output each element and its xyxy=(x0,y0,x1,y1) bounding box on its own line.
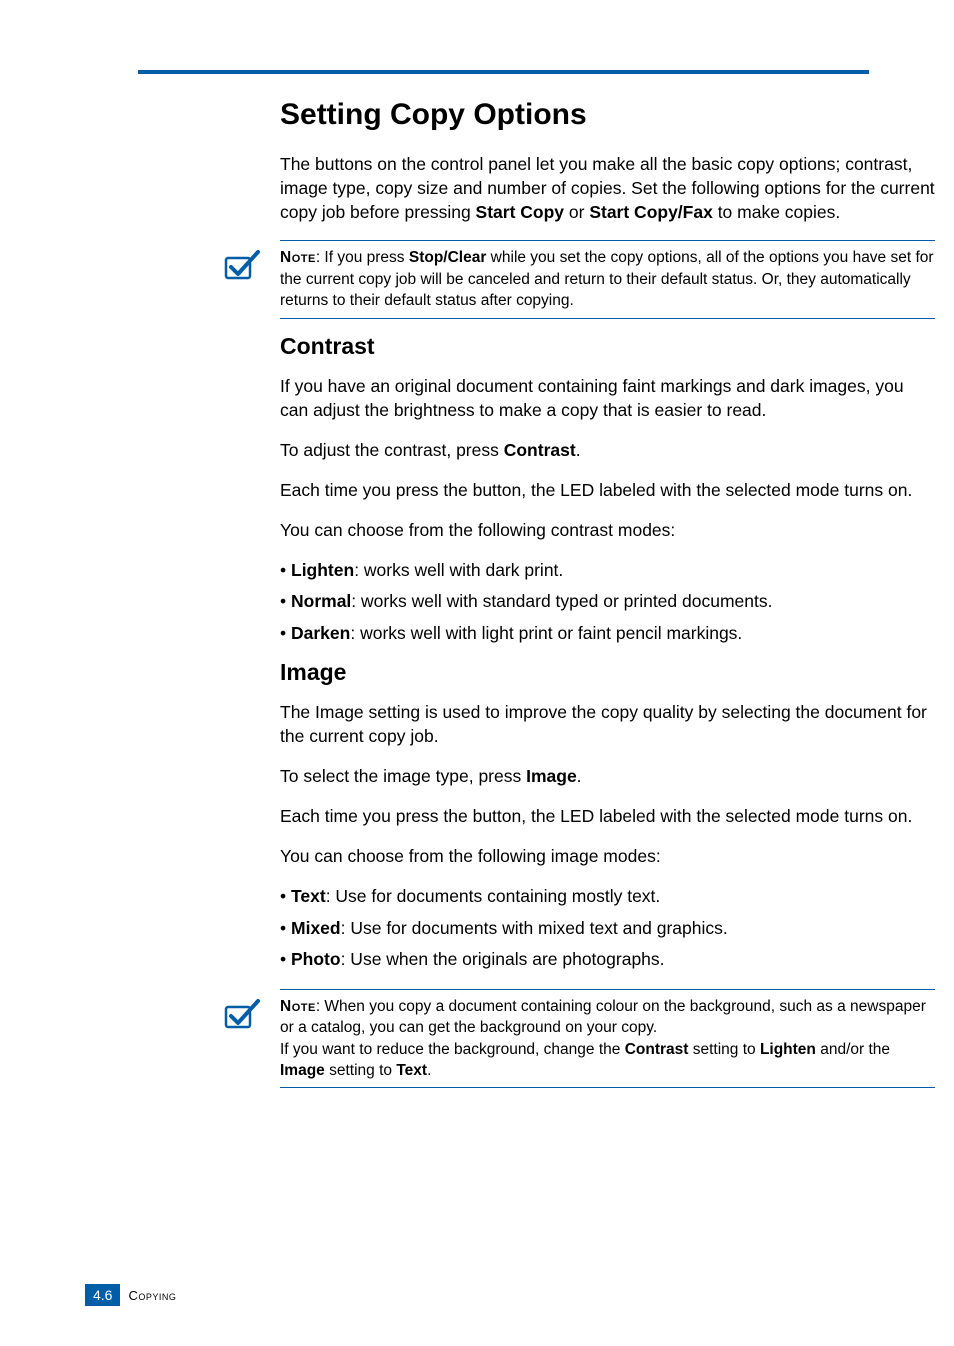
bullet-text: : Use for documents containing mostly te… xyxy=(326,886,661,906)
image-bullets: Text: Use for documents containing mostl… xyxy=(280,884,935,970)
bullet-text: : Use when the originals are photographs… xyxy=(341,949,665,969)
intro-bold-1: Start Copy xyxy=(476,202,564,222)
contrast-p1: If you have an original document contain… xyxy=(280,374,935,422)
list-item: Darken: works well with light print or f… xyxy=(280,621,935,645)
list-item: Mixed: Use for documents with mixed text… xyxy=(280,916,935,940)
image-p1: The Image setting is used to improve the… xyxy=(280,700,935,748)
page-footer: 4.6 Copying xyxy=(85,1284,176,1306)
intro-end: to make copies. xyxy=(713,202,840,222)
top-rule xyxy=(138,70,869,74)
image-p2c: . xyxy=(577,766,582,786)
contrast-p2: To adjust the contrast, press Contrast. xyxy=(280,438,935,462)
page-number-badge: 4.6 xyxy=(85,1284,120,1306)
note-block-2: Note: When you copy a document containin… xyxy=(280,989,935,1089)
note-block-1: Note: If you press Stop/Clear while you … xyxy=(280,240,935,318)
contrast-heading: Contrast xyxy=(280,333,935,360)
bullet-text: : works well with standard typed or prin… xyxy=(351,591,772,611)
list-item: Photo: Use when the originals are photog… xyxy=(280,947,935,971)
bullet-bold: Mixed xyxy=(291,918,341,938)
image-p2a: To select the image type, press xyxy=(280,766,526,786)
page-title: Setting Copy Options xyxy=(280,98,935,132)
contrast-p3: Each time you press the button, the LED … xyxy=(280,478,935,502)
intro-paragraph: The buttons on the control panel let you… xyxy=(280,152,935,224)
list-item: Lighten: works well with dark print. xyxy=(280,558,935,582)
image-p4: You can choose from the following image … xyxy=(280,844,935,868)
note2-b6: Image xyxy=(280,1062,325,1079)
contrast-p4: You can choose from the following contra… xyxy=(280,518,935,542)
checkmark-icon xyxy=(222,244,262,284)
note2-b5: and/or the xyxy=(816,1041,890,1058)
intro-bold-2: Start Copy/Fax xyxy=(589,202,713,222)
note2-b1: If you want to reduce the background, ch… xyxy=(280,1041,625,1058)
bullet-bold: Text xyxy=(291,886,326,906)
contrast-p2a: To adjust the contrast, press xyxy=(280,440,504,460)
image-p3: Each time you press the button, the LED … xyxy=(280,804,935,828)
list-item: Text: Use for documents containing mostl… xyxy=(280,884,935,908)
note1-b: Stop/Clear xyxy=(409,249,487,266)
bullet-text: : Use for documents with mixed text and … xyxy=(341,918,728,938)
image-heading: Image xyxy=(280,659,935,686)
page-number: 4.6 xyxy=(93,1287,112,1303)
bullet-bold: Photo xyxy=(291,949,341,969)
intro-mid: or xyxy=(564,202,589,222)
note2-b3: setting to xyxy=(688,1041,760,1058)
image-p2b: Image xyxy=(526,766,577,786)
checkmark-icon xyxy=(222,993,262,1033)
bullet-bold: Lighten xyxy=(291,560,354,580)
note2-a: : When you copy a document containing co… xyxy=(280,998,926,1036)
note2-b4: Lighten xyxy=(760,1041,816,1058)
note2-b7: setting to xyxy=(325,1062,397,1079)
image-p2: To select the image type, press Image. xyxy=(280,764,935,788)
note-label: Note xyxy=(280,998,316,1015)
bullet-bold: Darken xyxy=(291,623,350,643)
bullet-bold: Normal xyxy=(291,591,351,611)
list-item: Normal: works well with standard typed o… xyxy=(280,589,935,613)
bullet-text: : works well with light print or faint p… xyxy=(350,623,742,643)
bullet-text: : works well with dark print. xyxy=(354,560,563,580)
note2-b9: . xyxy=(427,1062,431,1079)
contrast-bullets: Lighten: works well with dark print. Nor… xyxy=(280,558,935,644)
note2-b8: Text xyxy=(396,1062,427,1079)
note1-a: : If you press xyxy=(316,249,409,266)
note2-b2: Contrast xyxy=(625,1041,689,1058)
contrast-p2b: Contrast xyxy=(504,440,576,460)
contrast-p2c: . xyxy=(576,440,581,460)
note-label: Note xyxy=(280,249,316,266)
footer-section-label: Copying xyxy=(128,1288,176,1303)
